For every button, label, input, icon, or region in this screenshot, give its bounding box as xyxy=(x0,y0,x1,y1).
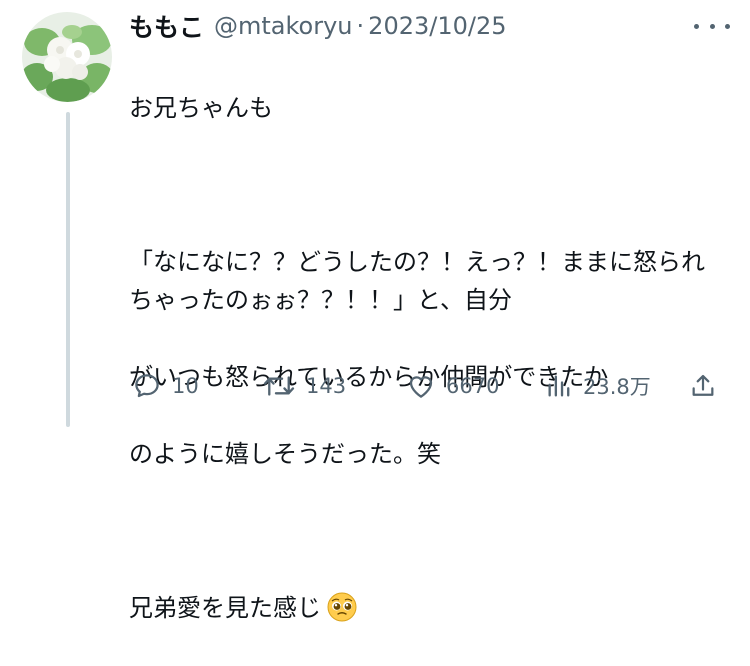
tweet-text-line: のように嬉しそうだった。笑 xyxy=(129,440,441,468)
tweet-text-last-line: 兄弟愛を見た感じ xyxy=(129,589,709,628)
tweet-text: お兄ちゃんも 「なになに？？どうしたの？！えっ？！ままに怒られちゃったのぉぉ？？… xyxy=(129,50,709,666)
share-icon xyxy=(692,374,714,396)
retweet-icon xyxy=(263,376,295,396)
thread-line xyxy=(66,112,70,427)
view-count: 23.8万 xyxy=(583,375,651,399)
more-dot-icon xyxy=(694,23,699,29)
tweet-text-line: 「なになに？？どうしたの？！えっ？！ままに怒られちゃったのぉぉ？？！！」と、自分 xyxy=(129,247,705,315)
user-handle[interactable]: @mtakoryu xyxy=(214,12,353,40)
reply-button[interactable]: 10 xyxy=(132,368,199,404)
tweet-text-line xyxy=(129,512,709,551)
pleading-face-icon xyxy=(327,592,357,634)
views-button[interactable]: 23.8万 xyxy=(545,368,651,404)
display-name[interactable]: ももこ xyxy=(129,8,204,44)
avatar-image xyxy=(22,12,112,102)
tweet-header: ももこ @mtakoryu · 2023/10/25 xyxy=(129,8,507,44)
separator-dot: · xyxy=(356,12,365,40)
tweet-text-line: 兄弟愛を見た感じ xyxy=(129,594,321,622)
more-dot-icon xyxy=(709,23,715,29)
avatar[interactable] xyxy=(22,12,112,102)
reply-count: 10 xyxy=(172,374,199,398)
heart-icon xyxy=(409,376,433,398)
tweet-text-line: お兄ちゃんも xyxy=(129,93,273,122)
reply-icon xyxy=(135,374,159,398)
like-button[interactable]: 6670 xyxy=(406,368,499,404)
views-icon xyxy=(548,375,570,397)
more-dot-icon xyxy=(725,23,730,29)
retweet-count: 143 xyxy=(306,374,347,398)
tweet-text-line xyxy=(129,166,709,205)
retweet-button[interactable]: 143 xyxy=(262,368,346,404)
share-button[interactable] xyxy=(689,368,717,404)
like-count: 6670 xyxy=(446,374,500,398)
tweet-date[interactable]: 2023/10/25 xyxy=(368,12,506,40)
more-options-button[interactable] xyxy=(694,14,730,38)
action-bar: 10 143 6670 23.8万 xyxy=(129,368,729,404)
